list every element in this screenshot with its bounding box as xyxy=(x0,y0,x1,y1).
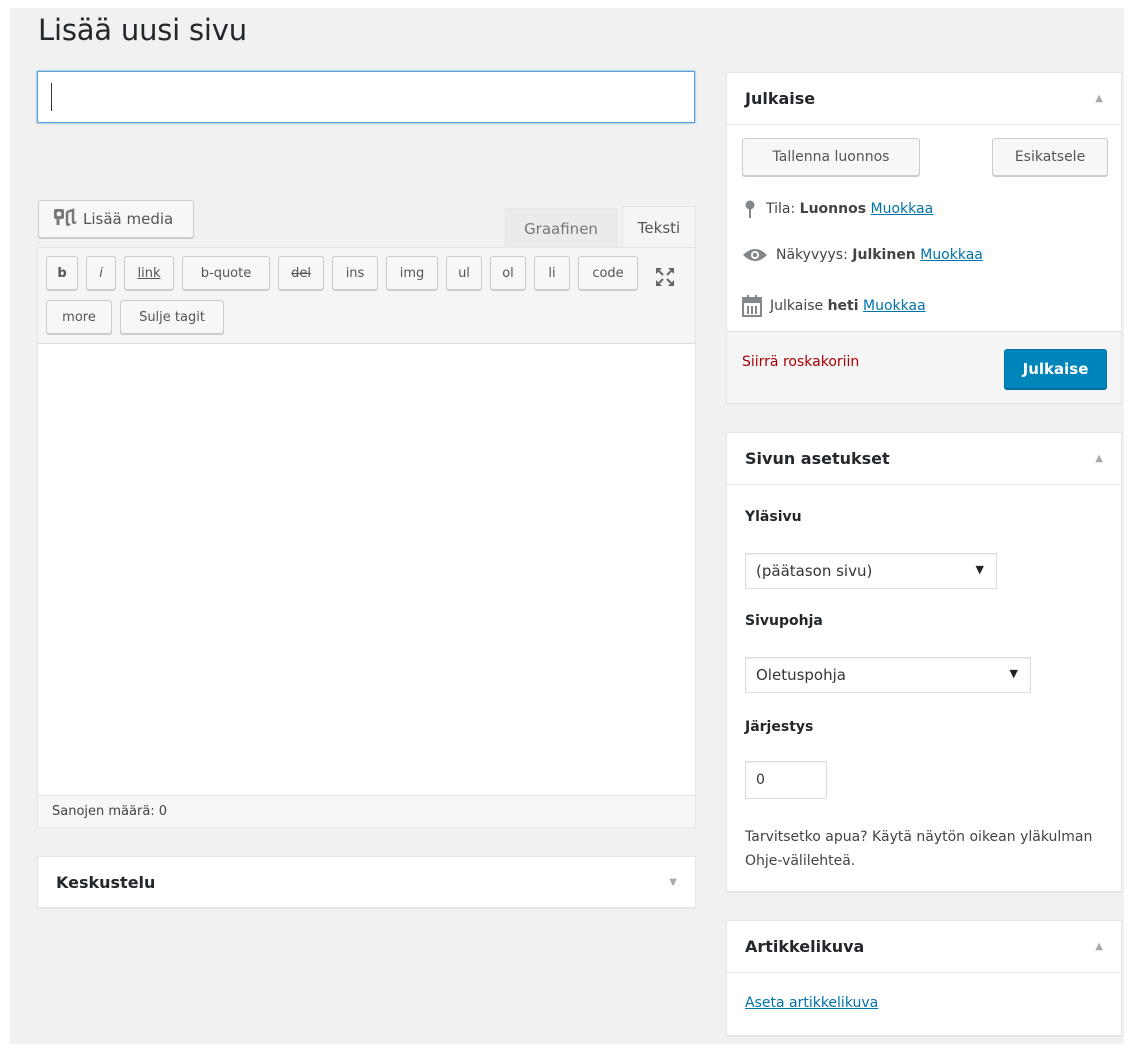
set-featured-image-link[interactable]: Aseta artikkelikuva xyxy=(745,995,878,1011)
edit-schedule-link[interactable]: Muokkaa xyxy=(863,298,926,314)
quicktag-more[interactable]: more xyxy=(46,300,112,334)
status-value: Luonnos xyxy=(799,201,867,217)
trash-link[interactable]: Siirrä roskakoriin xyxy=(742,354,859,370)
featured-image-title: Artikkelikuva xyxy=(745,937,865,956)
page-attributes-title: Sivun asetukset xyxy=(745,449,890,468)
parent-select[interactable]: (päätason sivu) ▼ xyxy=(745,553,997,589)
quicktag-bold[interactable]: b xyxy=(46,256,78,290)
visibility-value: Julkinen xyxy=(852,247,916,263)
quicktag-link[interactable]: link xyxy=(124,256,174,290)
featured-image-box: Artikkelikuva ▲ Aseta artikkelikuva xyxy=(726,920,1122,1036)
media-icon xyxy=(53,207,77,231)
chevron-down-icon[interactable]: ▼ xyxy=(669,877,677,888)
visibility-label: Näkyvyys: xyxy=(776,247,848,263)
parent-label: Yläsivu xyxy=(745,509,802,525)
fullscreen-icon[interactable] xyxy=(654,266,676,288)
status-label: Tila: xyxy=(766,201,796,217)
publish-actions: Siirrä roskakoriin Julkaise xyxy=(727,331,1121,403)
quicktag-del[interactable]: del xyxy=(278,256,324,290)
order-input[interactable]: 0 xyxy=(745,761,827,799)
tab-text[interactable]: Teksti xyxy=(622,206,696,248)
title-input[interactable] xyxy=(37,71,695,123)
edit-visibility-link[interactable]: Muokkaa xyxy=(920,247,983,263)
help-text: Tarvitsetko apua? Käytä näytön oikean yl… xyxy=(745,829,1093,869)
order-label: Järjestys xyxy=(745,719,814,735)
quicktags-toolbar: b i link b-quote del ins img ul ol li co… xyxy=(38,248,695,344)
publish-title: Julkaise xyxy=(745,89,816,108)
dropdown-arrow-icon: ▼ xyxy=(975,563,984,576)
schedule-row: Julkaise heti Muokkaa xyxy=(742,295,926,317)
eye-icon xyxy=(743,249,767,261)
text-caret xyxy=(51,83,52,111)
status-row: Tila: Luonnos Muokkaa xyxy=(742,199,933,219)
visibility-row: Näkyvyys: Julkinen Muokkaa xyxy=(742,247,983,263)
page-attributes-box: Sivun asetukset ▲ Yläsivu (päätason sivu… xyxy=(726,432,1122,892)
admin-canvas: Lisää uusi sivu Lisää media Graafinen Te… xyxy=(10,8,1124,1044)
quicktag-ol[interactable]: ol xyxy=(490,256,526,290)
divider xyxy=(727,972,1121,973)
discussion-box[interactable]: Keskustelu ▼ xyxy=(37,856,696,908)
quicktag-code[interactable]: code xyxy=(578,256,638,290)
dropdown-arrow-icon: ▼ xyxy=(1009,667,1018,680)
quicktag-bquote[interactable]: b-quote xyxy=(182,256,270,290)
quicktag-ul[interactable]: ul xyxy=(446,256,482,290)
quicktag-li[interactable]: li xyxy=(534,256,570,290)
divider xyxy=(727,484,1121,485)
quicktag-img[interactable]: img xyxy=(386,256,438,290)
divider xyxy=(727,124,1121,125)
template-select-value: Oletuspohja xyxy=(756,666,846,684)
edit-status-link[interactable]: Muokkaa xyxy=(871,201,934,217)
pin-icon xyxy=(745,200,755,218)
schedule-label: Julkaise xyxy=(770,298,824,314)
calendar-icon xyxy=(742,295,762,317)
chevron-up-icon[interactable]: ▲ xyxy=(1095,453,1103,464)
editor: b i link b-quote del ins img ul ol li co… xyxy=(37,247,696,828)
publish-box: Julkaise ▲ Tallenna luonnos Esikatsele T… xyxy=(726,72,1122,404)
quicktag-ins[interactable]: ins xyxy=(332,256,378,290)
template-select[interactable]: Oletuspohja ▼ xyxy=(745,657,1031,693)
quicktag-italic[interactable]: i xyxy=(86,256,116,290)
page-title: Lisää uusi sivu xyxy=(38,13,247,47)
add-media-label: Lisää media xyxy=(83,210,174,228)
chevron-up-icon[interactable]: ▲ xyxy=(1095,93,1103,104)
chevron-up-icon[interactable]: ▲ xyxy=(1095,941,1103,952)
add-media-button[interactable]: Lisää media xyxy=(38,200,194,238)
tab-visual[interactable]: Graafinen xyxy=(505,208,617,248)
save-draft-button[interactable]: Tallenna luonnos xyxy=(742,138,920,176)
publish-button[interactable]: Julkaise xyxy=(1004,349,1107,389)
word-count: Sanojen määrä: 0 xyxy=(38,795,695,827)
preview-button[interactable]: Esikatsele xyxy=(992,138,1108,176)
parent-select-value: (päätason sivu) xyxy=(756,562,873,580)
schedule-value: heti xyxy=(827,298,859,314)
quicktag-close-tags[interactable]: Sulje tagit xyxy=(120,300,224,334)
template-label: Sivupohja xyxy=(745,613,823,629)
discussion-title: Keskustelu xyxy=(56,873,156,892)
